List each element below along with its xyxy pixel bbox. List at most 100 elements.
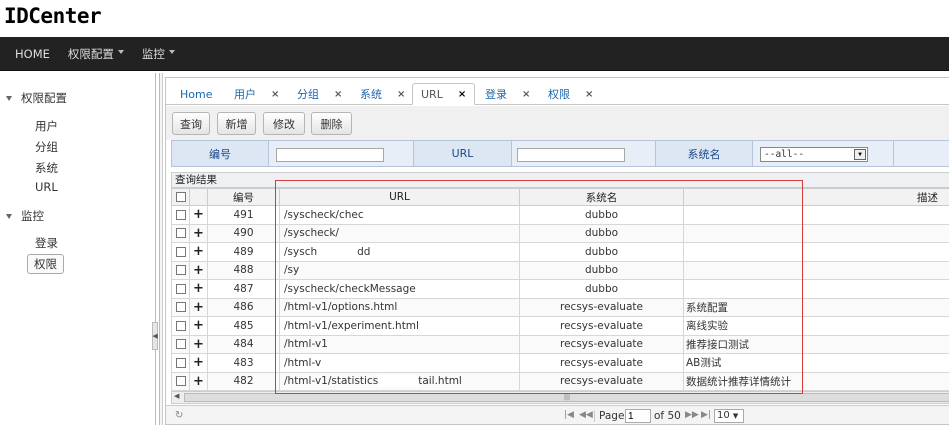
sidebar-item-login[interactable]: 登录 — [35, 235, 58, 251]
chevron-down-icon[interactable]: ▼ — [733, 412, 738, 420]
row-checkbox[interactable] — [175, 209, 186, 220]
row-select-cell[interactable] — [171, 371, 190, 391]
table-row[interactable]: +491/syscheck/chec dubbo — [171, 205, 949, 225]
col-header-id[interactable]: 编号 — [207, 188, 280, 206]
first-page-icon[interactable]: |◀ — [564, 410, 574, 420]
select-all-checkbox[interactable] — [175, 192, 186, 202]
table-row[interactable]: +486/html-v1/options.html recsys-evaluate… — [171, 297, 949, 317]
row-select-cell[interactable] — [171, 205, 190, 225]
row-checkbox[interactable] — [175, 357, 186, 368]
sidebar-item-permission[interactable]: 权限 — [27, 254, 64, 274]
select-all-header[interactable] — [171, 188, 190, 206]
add-button[interactable]: 新增 — [217, 112, 256, 135]
row-checkbox[interactable] — [175, 265, 186, 276]
expand-plus-icon[interactable]: + — [193, 318, 204, 333]
page-number-input[interactable] — [625, 409, 651, 423]
row-select-cell[interactable] — [171, 334, 190, 354]
close-icon[interactable]: × — [334, 89, 342, 100]
tab-permission[interactable]: 权限 × — [548, 83, 593, 105]
sidebar-item-systems[interactable]: 系统 — [35, 160, 58, 176]
row-expand-cell[interactable]: + — [189, 297, 208, 317]
tab-groups[interactable]: 分组 × — [297, 83, 342, 105]
col-header-system[interactable]: 系统名 — [519, 188, 684, 206]
url-filter-input[interactable] — [517, 148, 625, 162]
nav-monitor[interactable]: 监控 — [133, 37, 184, 71]
row-select-cell[interactable] — [171, 279, 190, 299]
expand-plus-icon[interactable]: + — [193, 244, 204, 259]
expand-plus-icon[interactable]: + — [193, 337, 204, 352]
row-checkbox[interactable] — [175, 302, 186, 313]
close-icon[interactable]: × — [585, 89, 593, 100]
system-filter-select[interactable]: --all-- ▼ — [760, 147, 868, 162]
row-expand-cell[interactable]: + — [189, 334, 208, 354]
tab-users[interactable]: 用户 × — [234, 83, 279, 105]
delete-button[interactable]: 删除 — [311, 112, 352, 135]
table-row[interactable]: +483/html-v recsys-evaluate AB测试 — [171, 353, 949, 373]
row-select-cell[interactable] — [171, 260, 190, 280]
horizontal-scrollbar[interactable]: ◀ ||| — [171, 391, 949, 404]
col-header-url[interactable]: URL — [279, 188, 520, 206]
next-page-icon[interactable]: ▶▶ — [685, 410, 699, 420]
table-row[interactable]: +484/html-v1 recsys-evaluate 推荐接口测试 — [171, 334, 949, 354]
expand-plus-icon[interactable]: + — [193, 355, 204, 370]
sidebar-item-url[interactable]: URL — [35, 180, 58, 194]
row-expand-cell[interactable]: + — [189, 205, 208, 225]
row-select-cell[interactable] — [171, 242, 190, 262]
row-select-cell[interactable] — [171, 353, 190, 373]
last-page-icon[interactable]: ▶| — [701, 410, 711, 420]
row-expand-cell[interactable]: + — [189, 353, 208, 373]
table-row[interactable]: +482/html-v1/statistics tail.html recsys-e… — [171, 371, 949, 391]
row-checkbox[interactable] — [175, 228, 186, 239]
row-checkbox[interactable] — [175, 283, 186, 294]
close-icon[interactable]: × — [271, 89, 279, 100]
sidebar-item-groups[interactable]: 分组 — [35, 139, 58, 155]
row-select-cell[interactable] — [171, 223, 190, 243]
expand-triangle-icon[interactable] — [6, 95, 12, 101]
row-checkbox[interactable] — [175, 246, 186, 257]
expand-plus-icon[interactable]: + — [193, 263, 204, 278]
chevron-down-icon[interactable]: ▼ — [854, 149, 866, 160]
prev-page-icon[interactable]: ◀◀ — [579, 410, 593, 420]
id-filter-input[interactable] — [276, 148, 384, 162]
expand-plus-icon[interactable]: + — [193, 226, 204, 241]
refresh-icon[interactable]: ↻ — [175, 410, 183, 421]
expand-plus-icon[interactable]: + — [193, 300, 204, 315]
scroll-thumb[interactable]: ||| — [184, 393, 949, 402]
row-expand-cell[interactable]: + — [189, 279, 208, 299]
close-icon[interactable]: × — [522, 89, 530, 100]
row-expand-cell[interactable]: + — [189, 260, 208, 280]
close-icon[interactable]: × — [458, 89, 466, 100]
table-row[interactable]: +488/sy dubbo — [171, 260, 949, 280]
tree-group-permission-config[interactable]: 权限配置 — [6, 90, 67, 106]
row-select-cell[interactable] — [171, 297, 190, 317]
col-header-desc[interactable]: 描述 — [683, 188, 949, 206]
row-select-cell[interactable] — [171, 316, 190, 336]
scroll-left-icon[interactable]: ◀ — [174, 392, 179, 400]
close-icon[interactable]: × — [397, 89, 405, 100]
tab-login[interactable]: 登录 × — [485, 83, 530, 105]
expand-plus-icon[interactable]: + — [193, 281, 204, 296]
tab-home[interactable]: Home — [180, 83, 212, 105]
table-row[interactable]: +487/syscheck/checkMessage dubbo — [171, 279, 949, 299]
nav-home[interactable]: HOME — [0, 37, 59, 71]
row-expand-cell[interactable]: + — [189, 371, 208, 391]
row-expand-cell[interactable]: + — [189, 316, 208, 336]
tab-url[interactable]: URL × — [412, 83, 476, 105]
tab-systems[interactable]: 系统 × — [360, 83, 405, 105]
page-size-select[interactable]: 10 ▼ — [714, 409, 744, 423]
row-checkbox[interactable] — [175, 339, 186, 350]
collapse-sidebar-handle[interactable]: ◀ — [152, 322, 158, 350]
edit-button[interactable]: 修改 — [263, 112, 305, 135]
row-checkbox[interactable] — [175, 320, 186, 331]
table-row[interactable]: +489/sysch dd dubbo — [171, 242, 949, 262]
nav-permission-config[interactable]: 权限配置 — [59, 37, 133, 71]
query-button[interactable]: 查询 — [172, 112, 210, 135]
expand-triangle-icon[interactable] — [6, 213, 12, 219]
row-checkbox[interactable] — [175, 376, 186, 387]
sidebar-item-users[interactable]: 用户 — [35, 118, 58, 134]
table-row[interactable]: +490/syscheck/dubbo — [171, 223, 949, 243]
tree-group-monitor[interactable]: 监控 — [6, 208, 44, 224]
expand-plus-icon[interactable]: + — [193, 374, 204, 389]
row-expand-cell[interactable]: + — [189, 242, 208, 262]
expand-plus-icon[interactable]: + — [193, 207, 204, 222]
